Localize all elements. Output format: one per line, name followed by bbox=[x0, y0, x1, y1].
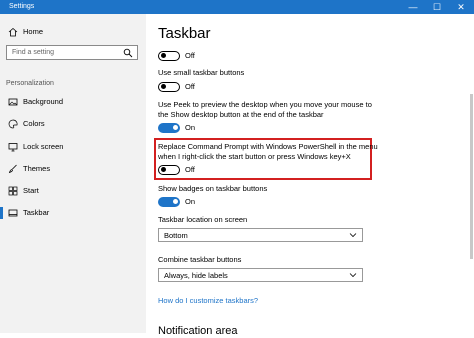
toggle-knob bbox=[161, 53, 166, 58]
sidebar-item-label: Taskbar bbox=[23, 208, 50, 217]
taskbar-icon bbox=[8, 209, 18, 217]
brush-icon bbox=[8, 164, 17, 174]
search-icon[interactable] bbox=[123, 48, 133, 58]
window-title: Settings bbox=[9, 3, 35, 10]
palette-icon bbox=[8, 119, 18, 129]
location-dropdown[interactable]: Bottom bbox=[158, 228, 363, 242]
main-content: Taskbar Off Use small taskbar buttons Of… bbox=[146, 14, 474, 337]
search-input[interactable]: Find a setting bbox=[6, 45, 138, 60]
sidebar-item-themes[interactable]: Themes bbox=[0, 160, 146, 178]
sidebar-item-background[interactable]: Background bbox=[0, 93, 146, 111]
help-link[interactable]: How do I customize taskbars? bbox=[158, 296, 258, 305]
location-value: Bottom bbox=[164, 231, 188, 240]
sidebar-item-label: Start bbox=[23, 186, 39, 195]
sidebar-item-home[interactable]: Home bbox=[0, 23, 146, 41]
maximize-button[interactable]: ☐ bbox=[426, 0, 448, 14]
peek-label-line2: the Show desktop button at the end of th… bbox=[158, 110, 324, 119]
powershell-toggle[interactable] bbox=[158, 165, 180, 175]
toggle-knob bbox=[161, 84, 166, 89]
monitor-icon bbox=[8, 143, 18, 152]
chevron-down-icon bbox=[349, 273, 357, 278]
powershell-label-line1: Replace Command Prompt with Windows Powe… bbox=[158, 142, 378, 151]
sidebar-item-label: Lock screen bbox=[23, 142, 64, 151]
sidebar-item-label: Background bbox=[23, 97, 64, 106]
badges-label: Show badges on taskbar buttons bbox=[158, 184, 268, 193]
sidebar-item-label: Colors bbox=[23, 119, 45, 128]
small-buttons-toggle[interactable] bbox=[158, 82, 180, 92]
toggle-switch[interactable] bbox=[158, 51, 180, 61]
toggle-knob bbox=[161, 167, 166, 172]
powershell-label-line2: when I right-click the start button or p… bbox=[158, 152, 351, 161]
toggle-state: On bbox=[185, 123, 196, 132]
sidebar: Home Find a setting Personalization Back… bbox=[0, 14, 146, 333]
scrollbar[interactable] bbox=[470, 94, 473, 259]
badges-toggle[interactable] bbox=[158, 197, 180, 207]
search-placeholder: Find a setting bbox=[12, 49, 55, 56]
sidebar-item-label: Themes bbox=[23, 164, 51, 173]
combine-value: Always, hide labels bbox=[164, 271, 228, 280]
sidebar-item-lock-screen[interactable]: Lock screen bbox=[0, 138, 146, 156]
page-title: Taskbar bbox=[158, 25, 211, 42]
toggle-state: On bbox=[185, 197, 196, 206]
title-bar: Settings — ☐ ✕ bbox=[0, 0, 474, 14]
combine-label: Combine taskbar buttons bbox=[158, 255, 242, 264]
toggle-state: Off bbox=[185, 82, 195, 91]
peek-label-line1: Use Peek to preview the desktop when you… bbox=[158, 100, 372, 109]
toggle-knob bbox=[172, 124, 178, 130]
sidebar-item-label: Home bbox=[23, 27, 44, 36]
selected-indicator bbox=[0, 207, 3, 219]
start-icon bbox=[8, 186, 18, 196]
small-buttons-label: Use small taskbar buttons bbox=[158, 68, 245, 77]
home-icon bbox=[8, 27, 18, 37]
toggle-state: Off bbox=[185, 165, 195, 174]
close-button[interactable]: ✕ bbox=[450, 0, 472, 14]
peek-toggle[interactable] bbox=[158, 123, 180, 133]
toggle-state: Off bbox=[185, 51, 195, 60]
picture-icon bbox=[8, 98, 18, 106]
minimize-button[interactable]: — bbox=[402, 0, 424, 14]
notification-area-heading: Notification area bbox=[158, 325, 238, 337]
section-heading: Personalization bbox=[6, 80, 54, 87]
sidebar-item-start[interactable]: Start bbox=[0, 182, 146, 200]
toggle-knob bbox=[172, 198, 178, 204]
combine-dropdown[interactable]: Always, hide labels bbox=[158, 268, 363, 282]
sidebar-item-taskbar[interactable]: Taskbar bbox=[0, 204, 146, 222]
location-label: Taskbar location on screen bbox=[158, 215, 248, 224]
sidebar-item-colors[interactable]: Colors bbox=[0, 115, 146, 133]
chevron-down-icon bbox=[349, 233, 357, 238]
